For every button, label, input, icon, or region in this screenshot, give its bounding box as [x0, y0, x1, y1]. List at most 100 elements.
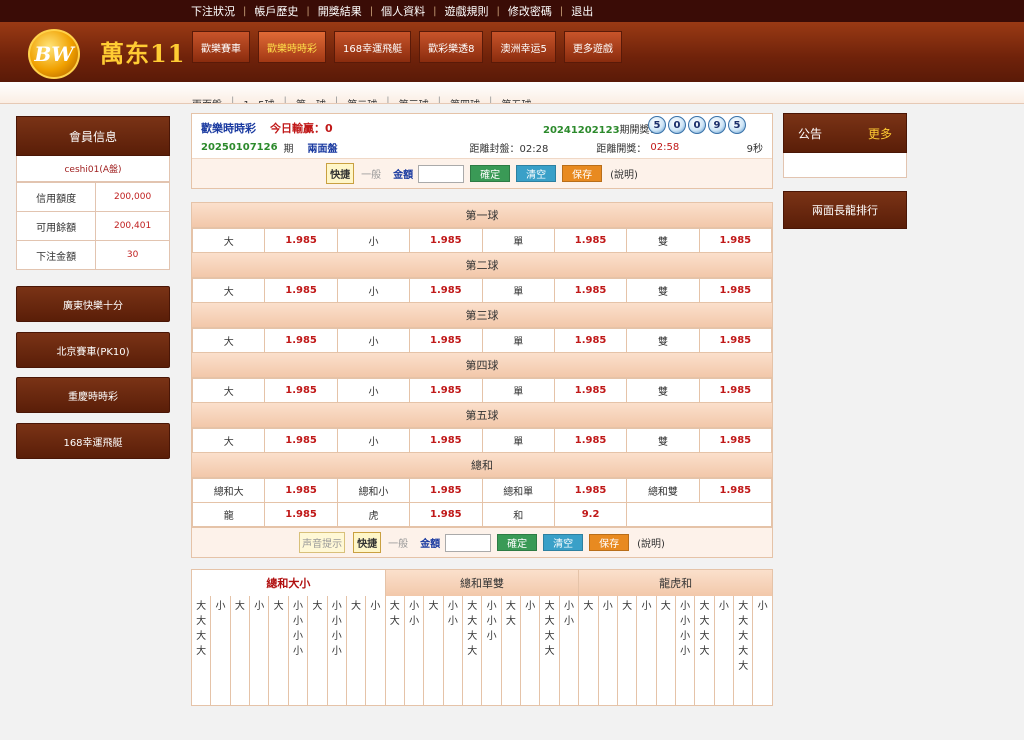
bet-option-odds[interactable]: 1.985 — [264, 328, 338, 353]
bet-option-odds[interactable]: 1.985 — [264, 502, 338, 527]
bet-option-label[interactable]: 大 — [191, 228, 266, 253]
amount-input[interactable] — [445, 533, 492, 552]
bet-option-label[interactable]: 小 — [336, 278, 411, 303]
bet-option-label[interactable]: 單 — [481, 428, 555, 453]
left-game-button[interactable]: 168幸運飛艇 — [16, 423, 170, 459]
top-link[interactable]: 修改密碼 — [500, 3, 560, 19]
save-button[interactable]: 保存 — [589, 534, 630, 551]
normal-mode-button[interactable]: 一般 — [388, 535, 408, 550]
bet-option-odds[interactable]: 1.985 — [264, 278, 338, 303]
top-link[interactable]: 退出 — [563, 3, 601, 19]
top-link[interactable]: 下注狀況 — [183, 3, 243, 19]
bet-option-label[interactable]: 總和小 — [336, 478, 411, 503]
explain-link[interactable]: (說明) — [610, 166, 638, 181]
bet-option-odds[interactable]: 1.985 — [264, 378, 338, 403]
bet-option-odds[interactable]: 1.985 — [264, 228, 338, 253]
normal-mode-button[interactable]: 一般 — [361, 166, 381, 181]
bet-option-label[interactable]: 小 — [336, 428, 411, 453]
bet-option-label[interactable]: 總和單 — [481, 478, 555, 503]
notice-more-link[interactable]: 更多 — [868, 125, 892, 142]
bet-option-odds[interactable]: 1.985 — [409, 478, 483, 503]
sub-tab[interactable]: 第四球 — [441, 96, 489, 103]
bet-option-odds[interactable]: 1.985 — [698, 228, 773, 253]
confirm-button[interactable]: 確定 — [497, 534, 538, 551]
left-game-button[interactable]: 重慶時時彩 — [16, 377, 170, 413]
clear-button[interactable]: 清空 — [516, 165, 557, 182]
bet-option-label[interactable]: 單 — [481, 278, 555, 303]
game-tab[interactable]: 更多遊戲 — [563, 31, 622, 63]
bet-option-odds[interactable]: 1.985 — [553, 328, 628, 353]
bet-option-odds[interactable]: 1.985 — [409, 428, 483, 453]
sub-tab[interactable]: 第一球 — [287, 96, 335, 103]
bet-option-label[interactable]: 和 — [481, 502, 555, 527]
game-tab[interactable]: 歡樂時時彩 — [258, 31, 326, 63]
quick-mode-button[interactable]: 快捷 — [353, 532, 382, 553]
bet-option-label[interactable]: 總和雙 — [626, 478, 700, 503]
game-tab[interactable]: 歡彩樂透8 — [419, 31, 484, 63]
bet-option-label[interactable]: 總和大 — [191, 478, 266, 503]
game-tab[interactable]: 168幸運飛艇 — [334, 31, 412, 63]
bet-option-label[interactable]: 單 — [481, 228, 555, 253]
long-dragon-ranking-button[interactable]: 兩面長龍排行 — [783, 191, 907, 229]
sub-tab[interactable]: 1~5球 — [234, 96, 283, 103]
bet-option-odds[interactable]: 1.985 — [409, 328, 483, 353]
top-link[interactable]: 帳戶歷史 — [246, 3, 306, 19]
trend-column: 小 — [636, 596, 655, 706]
bet-option-odds[interactable]: 1.985 — [698, 278, 773, 303]
bet-option-label[interactable]: 小 — [336, 378, 411, 403]
sub-tab[interactable]: 兩面盤 — [183, 96, 231, 103]
bet-option-label[interactable]: 單 — [481, 378, 555, 403]
bet-option-label[interactable]: 龍 — [191, 502, 266, 527]
bet-option-label[interactable]: 小 — [336, 328, 411, 353]
amount-input[interactable] — [418, 164, 465, 183]
sub-tab[interactable]: 第三球 — [390, 96, 438, 103]
bet-option-label[interactable]: 單 — [481, 328, 555, 353]
bet-option-label[interactable]: 雙 — [626, 328, 700, 353]
bet-option-label[interactable]: 大 — [191, 328, 266, 353]
bet-option-odds[interactable]: 1.985 — [698, 428, 773, 453]
top-link[interactable]: 遊戲規則 — [437, 3, 497, 19]
bet-option-odds[interactable]: 1.985 — [264, 478, 338, 503]
bet-option-odds[interactable]: 1.985 — [553, 378, 628, 403]
clear-button[interactable]: 清空 — [543, 534, 584, 551]
bet-option-odds[interactable]: 1.985 — [553, 428, 628, 453]
bet-option-odds[interactable]: 1.985 — [553, 278, 628, 303]
sub-tab[interactable]: 第二球 — [338, 96, 386, 103]
bet-option-label[interactable]: 虎 — [336, 502, 411, 527]
bet-option-odds[interactable]: 1.985 — [698, 478, 773, 503]
bet-option-odds[interactable]: 1.985 — [409, 502, 483, 527]
trend-tab[interactable]: 總和單雙 — [384, 570, 579, 596]
bet-option-odds[interactable]: 1.985 — [409, 378, 483, 403]
bet-option-odds[interactable]: 1.985 — [698, 378, 773, 403]
bet-option-odds[interactable]: 1.985 — [553, 228, 628, 253]
sound-toggle-button[interactable]: 声音提示 — [299, 532, 346, 553]
bet-option-label[interactable]: 大 — [191, 278, 266, 303]
bet-option-label[interactable]: 大 — [191, 428, 266, 453]
game-tab[interactable]: 澳洲幸运5 — [491, 31, 556, 63]
quick-mode-button[interactable]: 快捷 — [326, 163, 355, 184]
bet-option-label[interactable]: 雙 — [626, 378, 700, 403]
explain-link[interactable]: (說明) — [637, 535, 665, 550]
top-link[interactable]: 個人資料 — [373, 3, 433, 19]
game-tab[interactable]: 歡樂賽車 — [192, 31, 250, 63]
bet-option-odds[interactable]: 1.985 — [553, 478, 628, 503]
bet-option-label[interactable]: 大 — [191, 378, 266, 403]
bet-option-odds[interactable]: 1.985 — [409, 278, 483, 303]
trend-tab[interactable]: 總和大小 — [192, 570, 385, 596]
bet-option-odds[interactable]: 1.985 — [409, 228, 483, 253]
trend-cell: 大 — [505, 616, 516, 627]
confirm-button[interactable]: 確定 — [470, 165, 511, 182]
left-game-button[interactable]: 廣東快樂十分 — [16, 286, 170, 322]
bet-option-odds[interactable]: 1.985 — [698, 328, 773, 353]
bet-option-label[interactable]: 雙 — [626, 428, 700, 453]
save-button[interactable]: 保存 — [562, 165, 603, 182]
bet-option-label[interactable]: 雙 — [626, 278, 700, 303]
bet-option-odds[interactable]: 1.985 — [264, 428, 338, 453]
sub-tab[interactable]: 第五球 — [492, 96, 540, 103]
bet-option-label[interactable]: 小 — [336, 228, 411, 253]
trend-tab[interactable]: 龍虎和 — [578, 570, 773, 596]
left-game-button[interactable]: 北京賽車(PK10) — [16, 332, 170, 368]
bet-option-label[interactable]: 雙 — [626, 228, 700, 253]
bet-option-odds[interactable]: 9.2 — [553, 502, 628, 527]
top-link[interactable]: 開獎結果 — [310, 3, 370, 19]
